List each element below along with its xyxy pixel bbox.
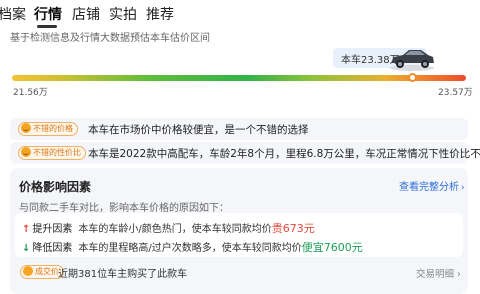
raising-factor-amount: 贵673元 — [271, 222, 315, 235]
raising-factor-text: 本车的车龄小/颜色热门，使本车较同款均价 — [78, 224, 272, 235]
chevron-right-icon: › — [457, 269, 461, 280]
factors-card: ↑ 提升因素 本车的车龄小/颜色热门，使本车较同款均价贵673元 ↓ 降低因素 本车的里… — [15, 213, 463, 257]
arrow-down-icon: ↓ — [22, 243, 31, 254]
range-max-label: 23.57万 — [438, 88, 473, 98]
recent-buyers-text: 近期381位车主购买了此款车 — [58, 269, 188, 280]
good-value-badge: 不错的性价比 — [18, 146, 86, 160]
car-price-marker — [408, 73, 417, 82]
tab-shop[interactable]: 店铺 — [72, 4, 100, 24]
tab-market[interactable]: 行情 — [34, 4, 62, 24]
lowering-factor-row: ↓ 降低因素 本车的里程略高/过户次数略多，使本车较同款均价便宜7600元 — [22, 239, 363, 255]
lowering-factor-amount: 便宜7600元 — [301, 241, 363, 254]
lowering-factor-label: 降低因素 — [32, 243, 73, 254]
tab-photos[interactable]: 实拍 — [109, 4, 137, 24]
smile-icon — [21, 123, 31, 133]
good-price-badge: 不错的价格 — [18, 122, 78, 136]
price-factors-description: 与同款二手车对比，影响本车价格的原因如下： — [19, 203, 229, 214]
lowering-factor-text: 本车的里程略高/过户次数略多，使本车较同款均价 — [78, 243, 302, 254]
arrow-up-icon: ↑ — [22, 224, 31, 235]
price-range-bar — [12, 75, 466, 81]
estimate-subtitle: 基于检测信息及行情大数据预估本车估价区间 — [10, 33, 210, 44]
transaction-details-link[interactable]: 交易明细 › — [416, 266, 461, 280]
range-min-label: 21.56万 — [13, 88, 48, 98]
price-factors-title: 价格影响因素 — [19, 180, 92, 194]
raising-factor-row: ↑ 提升因素 本车的车龄小/颜色热门，使本车较同款均价贵673元 — [22, 220, 315, 236]
price-verdict-row: 不错的价格 本车在市场价中价格较便宜，是一个不错的选择 — [10, 118, 468, 140]
chevron-right-icon: › — [461, 183, 465, 193]
value-verdict-row: 不错的性价比 本车是2022款中高配车，车龄2年8个月，里程6.8万公里，车况正… — [10, 142, 480, 164]
value-verdict-text: 本车是2022款中高配车，车龄2年8个月，里程6.8万公里，车况正常情况下性价比… — [88, 148, 480, 160]
price-verdict-text: 本车在市场价中价格较便宜，是一个不错的选择 — [88, 124, 309, 136]
coin-icon — [23, 266, 33, 276]
tab-bar: 档案 行情 店铺 实拍 推荐 — [0, 0, 480, 30]
view-full-analysis-link[interactable]: 查看完整分析 › — [399, 178, 465, 193]
tab-archive[interactable]: 档案 — [0, 4, 26, 24]
tab-recommend[interactable]: 推荐 — [146, 4, 174, 24]
active-tab-indicator — [37, 25, 57, 28]
smile-icon — [21, 147, 31, 157]
raising-factor-label: 提升因素 — [32, 224, 73, 235]
sedan-car-image — [390, 50, 434, 71]
